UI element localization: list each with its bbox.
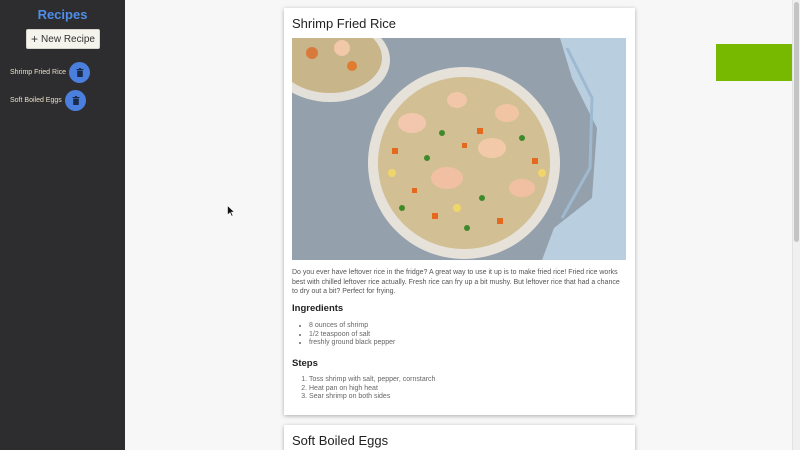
sidebar-item-shrimp-fried-rice[interactable]: Shrimp Fried Rice <box>0 61 125 83</box>
new-recipe-label: New Recipe <box>41 33 95 45</box>
list-item: freshly ground black pepper <box>309 339 395 348</box>
sidebar-title: Recipes <box>37 7 88 22</box>
delete-recipe-button[interactable] <box>65 89 86 111</box>
scrollbar-thumb[interactable] <box>794 2 799 242</box>
list-item: 8 ounces of shrimp <box>309 322 395 331</box>
new-recipe-button[interactable]: + New Recipe <box>26 29 100 49</box>
main-content: Shrimp Fried Rice Do you ever have lefto… <box>125 0 800 450</box>
mouse-cursor-icon <box>227 205 235 217</box>
recipe-title: Shrimp Fried Rice <box>292 16 397 31</box>
list-item: Toss shrimp with salt, pepper, cornstarc… <box>309 376 435 385</box>
trash-icon <box>72 95 79 105</box>
scrollbar[interactable] <box>792 0 800 450</box>
green-block <box>716 44 800 81</box>
recipe-description: Do you ever have leftover rice in the fr… <box>292 269 620 295</box>
list-item: Sear shrimp on both sides <box>309 393 435 402</box>
sidebar-item-label[interactable]: Soft Boiled Eggs <box>10 97 62 104</box>
recipe-title: Soft Boiled Eggs <box>292 433 389 448</box>
ingredients-list: 8 ounces of shrimp 1/2 teaspoon of salt … <box>309 322 395 348</box>
recipe-image <box>292 38 626 260</box>
recipe-card: Soft Boiled Eggs <box>284 425 635 450</box>
sidebar-item-soft-boiled-eggs[interactable]: Soft Boiled Eggs <box>0 89 125 111</box>
steps-list: Toss shrimp with salt, pepper, cornstarc… <box>309 376 435 402</box>
steps-heading: Steps <box>292 358 318 369</box>
plus-icon: + <box>31 32 39 46</box>
delete-recipe-button[interactable] <box>69 61 90 83</box>
recipe-card: Shrimp Fried Rice Do you ever have lefto… <box>284 8 635 415</box>
trash-icon <box>76 67 83 77</box>
list-item: Heat pan on high heat <box>309 385 435 394</box>
list-item: 1/2 teaspoon of salt <box>309 331 395 340</box>
ingredients-heading: Ingredients <box>292 303 344 314</box>
sidebar-item-label[interactable]: Shrimp Fried Rice <box>10 69 66 76</box>
sidebar: Recipes + New Recipe Shrimp Fried Rice S… <box>0 0 125 450</box>
